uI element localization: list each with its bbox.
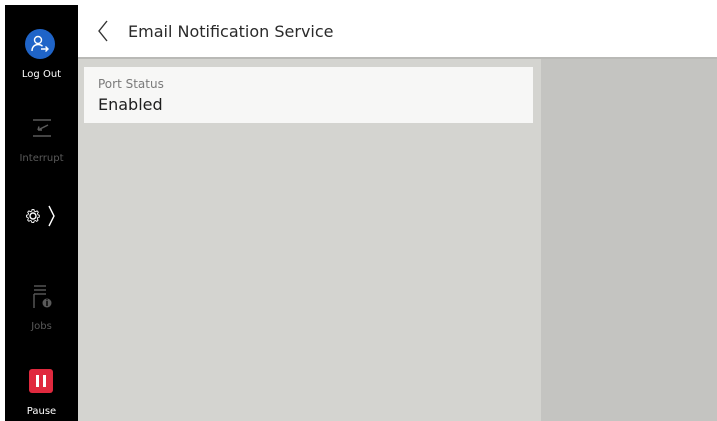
sidebar-item-label-pause: Pause [26, 406, 57, 417]
settings-list: Port Status Enabled [78, 59, 541, 421]
jobs-button[interactable] [5, 283, 78, 315]
app-frame: Log Out Interrupt Jobs Pause Email Notif… [5, 5, 717, 421]
user-logout-icon [31, 35, 49, 52]
detail-pane [541, 59, 717, 421]
interrupt-icon [32, 119, 51, 137]
settings-button[interactable] [5, 203, 78, 233]
page-title: Email Notification Service [128, 22, 334, 41]
sidebar-item-label-logout: Log Out [21, 69, 62, 80]
interrupt-button[interactable] [5, 117, 78, 143]
logout-button[interactable] [25, 29, 55, 59]
pause-button[interactable] [29, 369, 53, 393]
page-header: Email Notification Service [78, 5, 717, 59]
chevron-right-icon [47, 205, 55, 227]
jobs-icon [32, 285, 51, 308]
chevron-left-icon [98, 20, 108, 42]
sidebar: Log Out Interrupt Jobs Pause [5, 5, 78, 421]
setting-label: Port Status [98, 77, 164, 91]
sidebar-item-label-interrupt: Interrupt [19, 153, 64, 164]
back-button[interactable] [92, 17, 116, 45]
sidebar-item-label-jobs: Jobs [31, 321, 52, 332]
gear-icon [25, 205, 55, 227]
pause-icon [36, 375, 39, 387]
setting-row-port-status[interactable]: Port Status Enabled [84, 67, 533, 123]
setting-value: Enabled [98, 95, 163, 114]
